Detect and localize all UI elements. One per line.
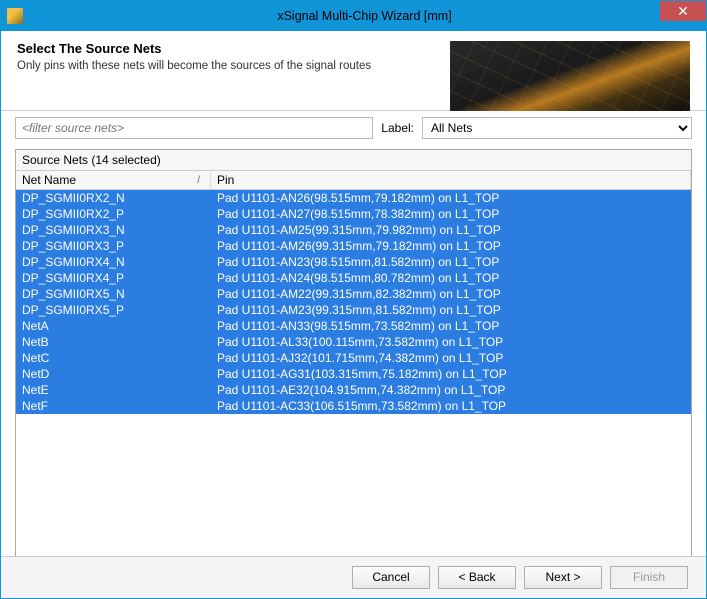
cell-netname: NetD <box>16 366 211 382</box>
cell-pin: Pad U1101-AE32(104.915mm,74.382mm) on L1… <box>211 382 691 398</box>
table-row[interactable]: DP_SGMII0RX4_NPad U1101-AN23(98.515mm,81… <box>16 254 691 270</box>
cell-netname: NetE <box>16 382 211 398</box>
column-header-pin[interactable]: Pin <box>211 171 691 189</box>
table-row[interactable]: DP_SGMII0RX4_PPad U1101-AN24(98.515mm,80… <box>16 270 691 286</box>
window-title: xSignal Multi-Chip Wizard [mm] <box>23 9 706 23</box>
table-row[interactable]: DP_SGMII0RX3_NPad U1101-AM25(99.315mm,79… <box>16 222 691 238</box>
app-icon <box>7 8 23 24</box>
table-row[interactable]: DP_SGMII0RX2_PPad U1101-AN27(98.515mm,78… <box>16 206 691 222</box>
cell-netname: NetC <box>16 350 211 366</box>
cell-netname: DP_SGMII0RX4_P <box>16 270 211 286</box>
cell-pin: Pad U1101-AM22(99.315mm,82.382mm) on L1_… <box>211 286 691 302</box>
table-row[interactable]: DP_SGMII0RX3_PPad U1101-AM26(99.315mm,79… <box>16 238 691 254</box>
close-button[interactable]: ✕ <box>660 1 706 21</box>
table-row[interactable]: NetEPad U1101-AE32(104.915mm,74.382mm) o… <box>16 382 691 398</box>
sort-asc-icon: / <box>197 175 200 186</box>
cell-netname: NetB <box>16 334 211 350</box>
cell-pin: Pad U1101-AJ32(101.715mm,74.382mm) on L1… <box>211 350 691 366</box>
cell-netname: DP_SGMII0RX5_P <box>16 302 211 318</box>
grid-body[interactable]: DP_SGMII0RX2_NPad U1101-AN26(98.515mm,79… <box>16 190 691 558</box>
column-header-pin-label: Pin <box>217 173 234 187</box>
table-row[interactable]: NetFPad U1101-AC33(106.515mm,73.582mm) o… <box>16 398 691 414</box>
cell-pin: Pad U1101-AN27(98.515mm,78.382mm) on L1_… <box>211 206 691 222</box>
table-row[interactable]: DP_SGMII0RX5_NPad U1101-AM22(99.315mm,82… <box>16 286 691 302</box>
header-graphic <box>450 41 690 111</box>
source-nets-grid: Source Nets (14 selected) Net Name / Pin… <box>15 149 692 559</box>
close-icon: ✕ <box>677 3 689 20</box>
label-caption: Label: <box>381 121 414 135</box>
cell-pin: Pad U1101-AN23(98.515mm,81.582mm) on L1_… <box>211 254 691 270</box>
table-row[interactable]: NetBPad U1101-AL33(100.115mm,73.582mm) o… <box>16 334 691 350</box>
column-header-netname[interactable]: Net Name / <box>16 171 211 189</box>
cell-pin: Pad U1101-AL33(100.115mm,73.582mm) on L1… <box>211 334 691 350</box>
cell-netname: DP_SGMII0RX5_N <box>16 286 211 302</box>
cell-pin: Pad U1101-AM25(99.315mm,79.982mm) on L1_… <box>211 222 691 238</box>
cell-netname: NetA <box>16 318 211 334</box>
table-row[interactable]: NetAPad U1101-AN33(98.515mm,73.582mm) on… <box>16 318 691 334</box>
cell-pin: Pad U1101-AM23(99.315mm,81.582mm) on L1_… <box>211 302 691 318</box>
cell-pin: Pad U1101-AC33(106.515mm,73.582mm) on L1… <box>211 398 691 414</box>
column-header-netname-label: Net Name <box>22 173 76 187</box>
finish-button: Finish <box>610 566 688 589</box>
label-select[interactable]: All Nets <box>422 117 692 139</box>
page-heading: Select The Source Nets <box>17 41 450 56</box>
table-row[interactable]: DP_SGMII0RX2_NPad U1101-AN26(98.515mm,79… <box>16 190 691 206</box>
cell-netname: NetF <box>16 398 211 414</box>
cell-netname: DP_SGMII0RX2_N <box>16 190 211 206</box>
cancel-button[interactable]: Cancel <box>352 566 430 589</box>
page-subheading: Only pins with these nets will become th… <box>17 60 450 72</box>
table-row[interactable]: DP_SGMII0RX5_PPad U1101-AM23(99.315mm,81… <box>16 302 691 318</box>
wizard-header: Select The Source Nets Only pins with th… <box>1 31 706 111</box>
cell-pin: Pad U1101-AN33(98.515mm,73.582mm) on L1_… <box>211 318 691 334</box>
cell-pin: Pad U1101-AN24(98.515mm,80.782mm) on L1_… <box>211 270 691 286</box>
cell-pin: Pad U1101-AN26(98.515mm,79.182mm) on L1_… <box>211 190 691 206</box>
cell-netname: DP_SGMII0RX3_P <box>16 238 211 254</box>
cell-pin: Pad U1101-AM26(99.315mm,79.182mm) on L1_… <box>211 238 691 254</box>
table-row[interactable]: NetDPad U1101-AG31(103.315mm,75.182mm) o… <box>16 366 691 382</box>
next-button[interactable]: Next > <box>524 566 602 589</box>
cell-pin: Pad U1101-AG31(103.315mm,75.182mm) on L1… <box>211 366 691 382</box>
back-button[interactable]: < Back <box>438 566 516 589</box>
wizard-footer: Cancel < Back Next > Finish <box>1 556 706 598</box>
cell-netname: DP_SGMII0RX3_N <box>16 222 211 238</box>
grid-caption: Source Nets (14 selected) <box>16 150 691 171</box>
cell-netname: DP_SGMII0RX2_P <box>16 206 211 222</box>
filter-input[interactable] <box>15 117 373 139</box>
cell-netname: DP_SGMII0RX4_N <box>16 254 211 270</box>
titlebar: xSignal Multi-Chip Wizard [mm] ✕ <box>1 1 706 31</box>
table-row[interactable]: NetCPad U1101-AJ32(101.715mm,74.382mm) o… <box>16 350 691 366</box>
